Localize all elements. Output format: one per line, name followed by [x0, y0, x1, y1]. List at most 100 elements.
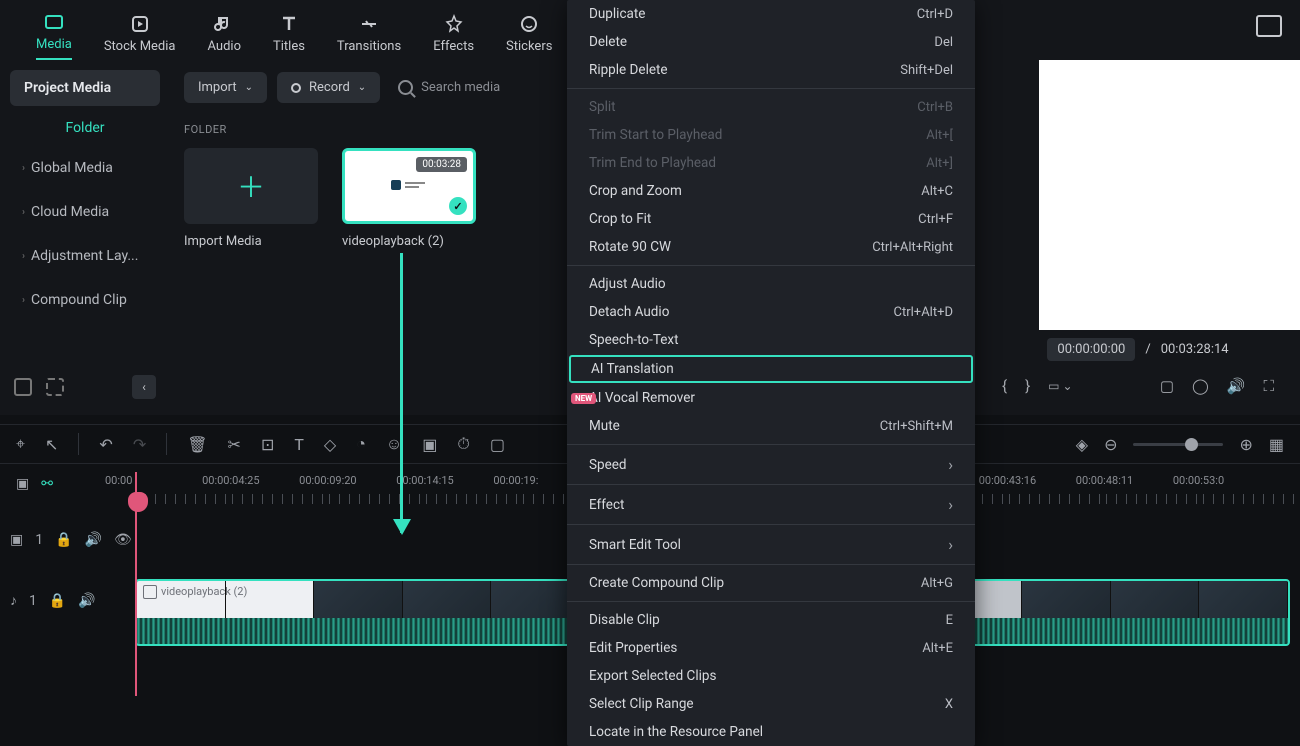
ratio-icon[interactable]: ▭ ⌄: [1048, 379, 1072, 393]
ctx-disable-clip[interactable]: Disable ClipE: [567, 606, 975, 634]
video-track-icon[interactable]: ▣: [10, 532, 23, 548]
fullscreen-icon[interactable]: ⛶: [1263, 377, 1274, 395]
ctx-edit-properties[interactable]: Edit PropertiesAlt+E: [567, 634, 975, 662]
mark-in-icon[interactable]: {: [1002, 377, 1007, 395]
ctx-locate-resource[interactable]: Locate in the Resource Panel: [567, 718, 975, 746]
sidebar-item-global-media[interactable]: ›Global Media: [10, 150, 160, 186]
lock-icon[interactable]: 🔒: [49, 593, 66, 609]
ctx-detach-audio[interactable]: Detach AudioCtrl+Alt+D: [567, 298, 975, 326]
performance-icon[interactable]: [1256, 15, 1282, 37]
lock-icon[interactable]: 🔒: [55, 532, 72, 548]
keyframe-icon[interactable]: ◇: [324, 435, 336, 454]
sidebar-item-label: Adjustment Lay...: [31, 248, 138, 264]
ctx-create-compound[interactable]: Create Compound ClipAlt+G: [567, 569, 975, 597]
search-media[interactable]: Search media: [398, 80, 500, 95]
visibility-icon[interactable]: 👁: [114, 532, 132, 548]
ctx-crop-fit[interactable]: Crop to FitCtrl+F: [567, 205, 975, 233]
tab-titles[interactable]: Titles: [273, 13, 305, 60]
grid-view-icon[interactable]: ▦: [1269, 435, 1284, 454]
ctx-rotate[interactable]: Rotate 90 CWCtrl+Alt+Right: [567, 233, 975, 261]
ctx-speed[interactable]: Speed: [567, 449, 975, 480]
pointer-tool-icon[interactable]: ↖: [45, 435, 58, 454]
record-dropdown[interactable]: Record⌄: [277, 72, 380, 103]
select-tool-icon[interactable]: ⌖: [16, 434, 25, 454]
ctx-ripple-delete[interactable]: Ripple DeleteShift+Del: [567, 56, 975, 84]
split-icon[interactable]: ✂: [228, 435, 241, 454]
preview-canvas[interactable]: [1039, 60, 1300, 330]
ctx-ai-translation[interactable]: AI Translation: [569, 355, 973, 383]
ctx-label: AI Translation: [591, 361, 674, 377]
ctx-crop-zoom[interactable]: Crop and ZoomAlt+C: [567, 177, 975, 205]
tab-stickers[interactable]: Stickers: [506, 13, 552, 60]
crop-icon[interactable]: ⊡: [261, 435, 274, 454]
media-clip[interactable]: 00:03:28 ✓ videoplayback (2): [342, 148, 476, 249]
sidebar-item-compound-clip[interactable]: ›Compound Clip: [10, 282, 160, 318]
ctx-delete[interactable]: DeleteDel: [567, 28, 975, 56]
tab-label: Audio: [208, 39, 241, 54]
collapse-sidebar-button[interactable]: ‹: [132, 375, 156, 399]
ctx-speech-to-text[interactable]: Speech-to-Text: [567, 326, 975, 354]
zoom-in-icon[interactable]: ⊕: [1239, 435, 1252, 454]
time-separator: /: [1145, 342, 1150, 357]
ctx-label: Select Clip Range: [589, 696, 694, 712]
sidebar-bottom: ‹: [10, 369, 160, 405]
ctx-smart-edit[interactable]: Smart Edit Tool: [567, 529, 975, 560]
tab-transitions[interactable]: Transitions: [337, 13, 401, 60]
plus-icon: ＋: [184, 148, 318, 224]
tab-audio[interactable]: Audio: [208, 13, 241, 60]
zoom-thumb[interactable]: [1185, 438, 1198, 451]
zoom-slider[interactable]: [1133, 443, 1223, 446]
volume-icon[interactable]: 🔊: [1227, 377, 1246, 395]
sidebar-item-adjustment-layer[interactable]: ›Adjustment Lay...: [10, 238, 160, 274]
timeline-options[interactable]: ▣⚯: [16, 476, 53, 492]
ctx-label: Speed: [589, 457, 627, 473]
clip-thumbnail: 00:03:28 ✓: [342, 148, 476, 224]
new-badge: NEW: [571, 393, 596, 404]
tab-effects[interactable]: Effects: [433, 13, 474, 60]
sidebar-item-label: Compound Clip: [31, 292, 127, 308]
mark-out-icon[interactable]: }: [1025, 377, 1030, 395]
mute-icon[interactable]: 🔊: [85, 532, 102, 548]
ctx-adjust-audio[interactable]: Adjust Audio: [567, 270, 975, 298]
ctx-export-selected[interactable]: Export Selected Clips: [567, 662, 975, 690]
preview-panel: 00:00:00:00 / 00:03:28:14 { } ▭ ⌄ ▢ ◯ 🔊 …: [976, 60, 1300, 415]
ctx-effect[interactable]: Effect: [567, 489, 975, 520]
import-media-tile[interactable]: ＋ Import Media: [184, 148, 318, 249]
text-icon[interactable]: T: [294, 435, 304, 454]
tab-media[interactable]: Media: [36, 11, 72, 60]
snapshot-icon[interactable]: ◯: [1192, 377, 1209, 395]
undo-icon[interactable]: ↶: [99, 435, 112, 454]
tab-stock-media[interactable]: Stock Media: [104, 13, 176, 60]
ctx-select-range[interactable]: Select Clip RangeX: [567, 690, 975, 718]
ctx-shortcut: Alt+]: [926, 156, 953, 171]
project-media-button[interactable]: Project Media: [10, 70, 160, 106]
mute-icon[interactable]: 🔊: [78, 593, 95, 609]
ruler-mark: 00:00:48:11: [1076, 474, 1133, 487]
marker-icon[interactable]: ◈: [1076, 435, 1088, 454]
ctx-mute[interactable]: MuteCtrl+Shift+M: [567, 412, 975, 440]
ctx-duplicate[interactable]: DuplicateCtrl+D: [567, 0, 975, 28]
ctx-ai-vocal-remover[interactable]: NEWAI Vocal Remover: [567, 384, 975, 412]
timer-icon[interactable]: ⏱: [457, 434, 469, 454]
delete-icon[interactable]: 🗑: [187, 435, 207, 454]
display-icon[interactable]: ▢: [1160, 377, 1174, 395]
ctx-label: Rotate 90 CW: [589, 239, 671, 255]
ctx-label: Ripple Delete: [589, 62, 668, 78]
playhead[interactable]: [135, 472, 137, 696]
more-icon[interactable]: ▢: [490, 435, 505, 454]
redo-icon[interactable]: ↷: [133, 435, 146, 454]
ctx-label: AI Vocal Remover: [589, 390, 695, 406]
import-dropdown[interactable]: Import⌄: [184, 72, 267, 103]
new-folder-icon[interactable]: [14, 378, 32, 396]
ruler-mark: 00:00:43:16: [979, 474, 1036, 487]
audio-track-icon[interactable]: ♪: [10, 592, 17, 609]
zoom-out-icon[interactable]: ⊖: [1104, 435, 1117, 454]
folder-link[interactable]: Folder: [10, 114, 160, 142]
preview-controls: { } ▭ ⌄ ▢ ◯ 🔊 ⛶: [976, 369, 1300, 403]
clip-label: videoplayback (2): [342, 234, 476, 249]
speed-icon[interactable]: ◔: [356, 434, 366, 454]
ctx-label: Edit Properties: [589, 640, 677, 656]
bin-icon[interactable]: [46, 378, 64, 396]
mask-icon[interactable]: ▣: [422, 435, 437, 454]
sidebar-item-cloud-media[interactable]: ›Cloud Media: [10, 194, 160, 230]
